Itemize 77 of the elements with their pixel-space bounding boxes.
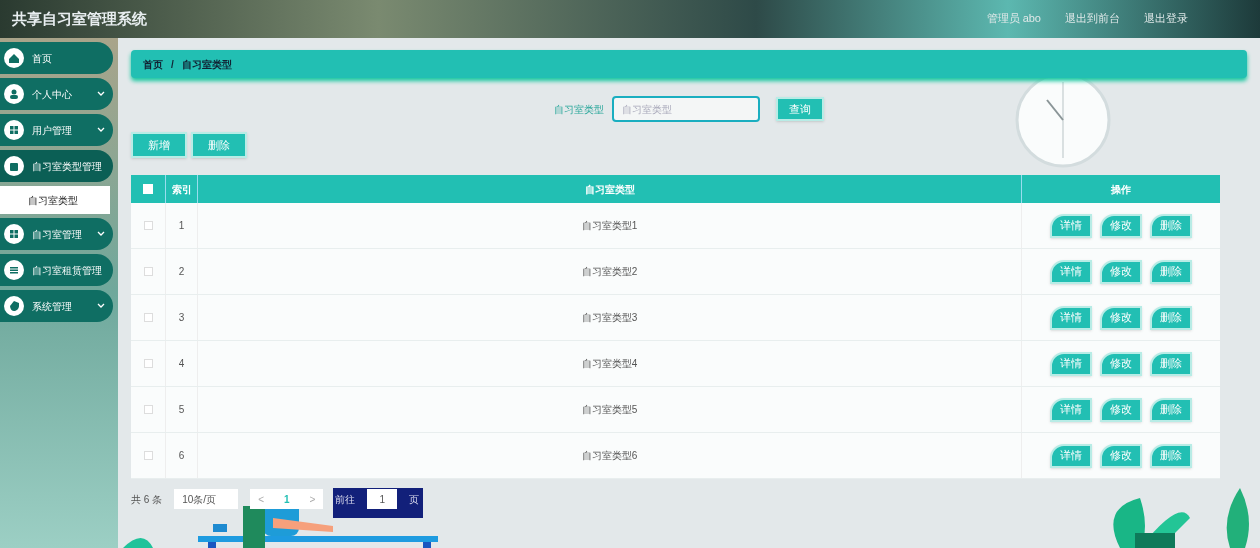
details-button[interactable]: 详情: [1050, 259, 1092, 284]
header-checkbox[interactable]: [143, 184, 153, 194]
delete-button[interactable]: 删除: [1150, 397, 1192, 422]
header-link[interactable]: 退出登录: [1144, 9, 1188, 26]
edit-button[interactable]: 修改: [1100, 443, 1142, 468]
row-checkbox[interactable]: [143, 451, 153, 460]
sidebar-item[interactable]: 首页: [0, 42, 113, 74]
sidebar-item[interactable]: 自习室类型管理: [0, 150, 113, 182]
breadcrumb-current: 自习室类型: [181, 57, 232, 72]
breadcrumb-separator: /: [171, 57, 174, 72]
row-checkbox[interactable]: [143, 405, 153, 414]
row-checkbox[interactable]: [143, 221, 153, 230]
edit-button[interactable]: 修改: [1100, 351, 1142, 376]
add-button[interactable]: 新增: [131, 132, 187, 158]
chevron-down-icon: [97, 231, 105, 237]
grid-icon: [4, 120, 24, 140]
submenu-item[interactable]: 自习室类型: [0, 186, 110, 214]
sidebar-item[interactable]: 用户管理: [0, 114, 113, 146]
grid-icon: [4, 224, 24, 244]
sidebar-item[interactable]: 个人中心: [0, 78, 113, 110]
user-icon: [4, 84, 24, 104]
prev-page-button[interactable]: <: [258, 491, 264, 507]
table-cell: 自习室类型2: [198, 249, 1022, 294]
total-count: 共 6 条: [131, 492, 163, 507]
table-cell: 自习室类型5: [198, 387, 1022, 432]
edit-button[interactable]: 修改: [1100, 213, 1142, 238]
sidebar-item[interactable]: 自习室管理: [0, 218, 113, 250]
table-cell: 5: [166, 387, 198, 432]
sidebar-item[interactable]: 自习室租赁管理: [0, 254, 113, 286]
column-header: 操作: [1110, 182, 1132, 197]
chevron-down-icon: [97, 91, 105, 97]
sidebar-item[interactable]: 系统管理: [0, 290, 113, 322]
goto-label: 前往: [335, 492, 356, 507]
table-cell: 4: [166, 341, 198, 386]
chevron-down-icon: [97, 127, 105, 133]
search-field[interactable]: 自习室类型: [612, 96, 760, 122]
table-cell: 3: [166, 295, 198, 340]
search-button[interactable]: 查询: [776, 97, 824, 121]
chevron-down-icon: [97, 303, 105, 309]
details-button[interactable]: 详情: [1050, 397, 1092, 422]
delete-button[interactable]: 删除: [1150, 213, 1192, 238]
search-label: 自习室类型: [554, 102, 604, 117]
user-name: 管理员 abo: [986, 10, 1041, 26]
table-cell: 2: [166, 249, 198, 294]
page-number[interactable]: 1: [283, 491, 290, 507]
table-cell: 自习室类型3: [198, 295, 1022, 340]
page-size-select[interactable]: 10条/页: [174, 489, 239, 509]
delete-button[interactable]: 删除: [191, 132, 247, 158]
edit-button[interactable]: 修改: [1100, 397, 1142, 422]
details-button[interactable]: 详情: [1050, 305, 1092, 330]
column-header: 自习室类型: [198, 175, 1022, 203]
table-cell: 6: [166, 433, 198, 478]
delete-button[interactable]: 删除: [1150, 305, 1192, 330]
column-header: 索引: [166, 175, 198, 203]
details-button[interactable]: 详情: [1050, 351, 1092, 376]
goto-suffix: 页: [409, 492, 420, 507]
delete-button[interactable]: 删除: [1150, 443, 1192, 468]
next-page-button[interactable]: >: [309, 491, 316, 507]
delete-button[interactable]: 删除: [1150, 259, 1192, 284]
table-cell: 1: [166, 203, 198, 248]
row-checkbox[interactable]: [143, 359, 153, 368]
details-button[interactable]: 详情: [1050, 443, 1092, 468]
list-icon: [4, 260, 24, 280]
table-cell: 自习室类型1: [198, 203, 1022, 248]
table-cell: 自习室类型4: [198, 341, 1022, 386]
row-checkbox[interactable]: [143, 267, 153, 276]
header-link[interactable]: 退出到前台: [1065, 9, 1120, 26]
home-icon: [4, 48, 24, 68]
row-checkbox[interactable]: [143, 313, 153, 322]
app-title: 共享自习室管理系统: [12, 8, 147, 29]
breadcrumb-link[interactable]: 首页: [143, 56, 163, 72]
delete-button[interactable]: 删除: [1150, 351, 1192, 376]
details-button[interactable]: 详情: [1050, 213, 1092, 238]
goto-field[interactable]: 1: [367, 489, 398, 509]
table-cell: 自习室类型6: [198, 433, 1022, 478]
edit-button[interactable]: 修改: [1100, 305, 1142, 330]
edit-button[interactable]: 修改: [1100, 259, 1142, 284]
